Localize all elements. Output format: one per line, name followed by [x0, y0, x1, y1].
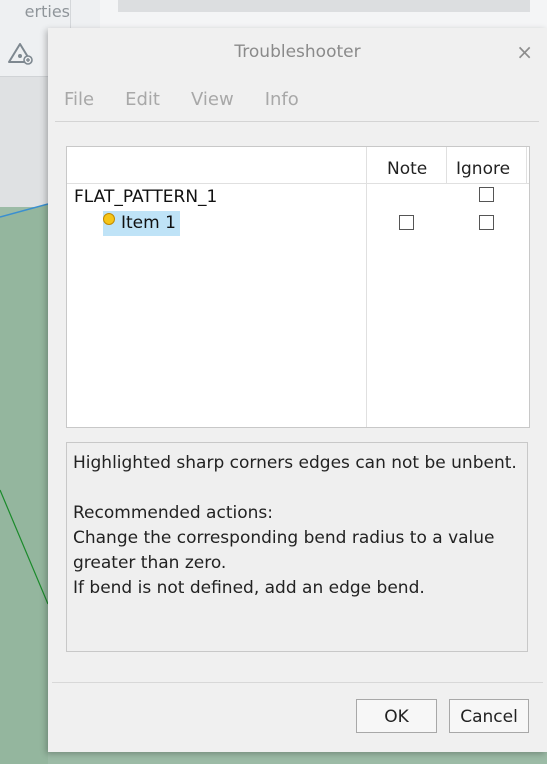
- column-divider-end: [526, 147, 527, 183]
- column-note[interactable]: Note: [387, 159, 427, 179]
- issues-tree[interactable]: Note Ignore FLAT_PATTERN_1 Item 1: [66, 146, 530, 428]
- dialog-titlebar[interactable]: Troubleshooter ×: [48, 28, 547, 80]
- item-ignore-checkbox[interactable]: [479, 215, 494, 230]
- dialog-title: Troubleshooter: [234, 42, 361, 62]
- message-line-4: If bend is not defined, add an edge bend…: [73, 578, 425, 598]
- tree-root-label[interactable]: FLAT_PATTERN_1: [74, 187, 217, 207]
- ok-button[interactable]: OK: [356, 699, 437, 733]
- menu-edit[interactable]: Edit: [115, 86, 170, 116]
- troubleshooter-dialog: Troubleshooter × File Edit View Info Not…: [48, 28, 547, 752]
- message-line-3: Change the corresponding bend radius to …: [73, 528, 495, 573]
- background-tabstrip: erties: [0, 0, 101, 28]
- column-divider-ignore: [446, 147, 447, 183]
- properties-tab-label: erties: [24, 2, 70, 21]
- message-line-2: Recommended actions:: [73, 503, 273, 523]
- item-note-checkbox[interactable]: [399, 215, 414, 230]
- model-geometry: [0, 203, 48, 764]
- cancel-button[interactable]: Cancel: [449, 699, 529, 733]
- triangle-gear-icon: [8, 43, 33, 65]
- message-panel: Highlighted sharp corners edges can not …: [66, 442, 528, 652]
- tree-header: Note Ignore: [67, 147, 529, 184]
- menu-info[interactable]: Info: [255, 86, 309, 116]
- properties-tab[interactable]: erties: [0, 0, 71, 28]
- column-divider-note: [366, 147, 367, 427]
- footer-divider: [52, 682, 543, 683]
- background-bar: [118, 0, 530, 12]
- menu-view[interactable]: View: [181, 86, 244, 116]
- message-line-1: Highlighted sharp corners edges can not …: [73, 453, 517, 473]
- menu-bar: File Edit View Info: [54, 86, 320, 116]
- column-ignore[interactable]: Ignore: [456, 159, 510, 179]
- tree-item-label[interactable]: Item 1: [103, 211, 180, 236]
- yellow-bulb-icon: [103, 213, 115, 225]
- message-spacer: [73, 476, 521, 501]
- background-canvas: [0, 77, 48, 207]
- close-icon[interactable]: ×: [516, 42, 533, 62]
- menu-file[interactable]: File: [54, 86, 104, 116]
- side-tool-button[interactable]: [0, 28, 48, 77]
- menu-divider: [55, 121, 539, 122]
- root-ignore-checkbox[interactable]: [479, 187, 494, 202]
